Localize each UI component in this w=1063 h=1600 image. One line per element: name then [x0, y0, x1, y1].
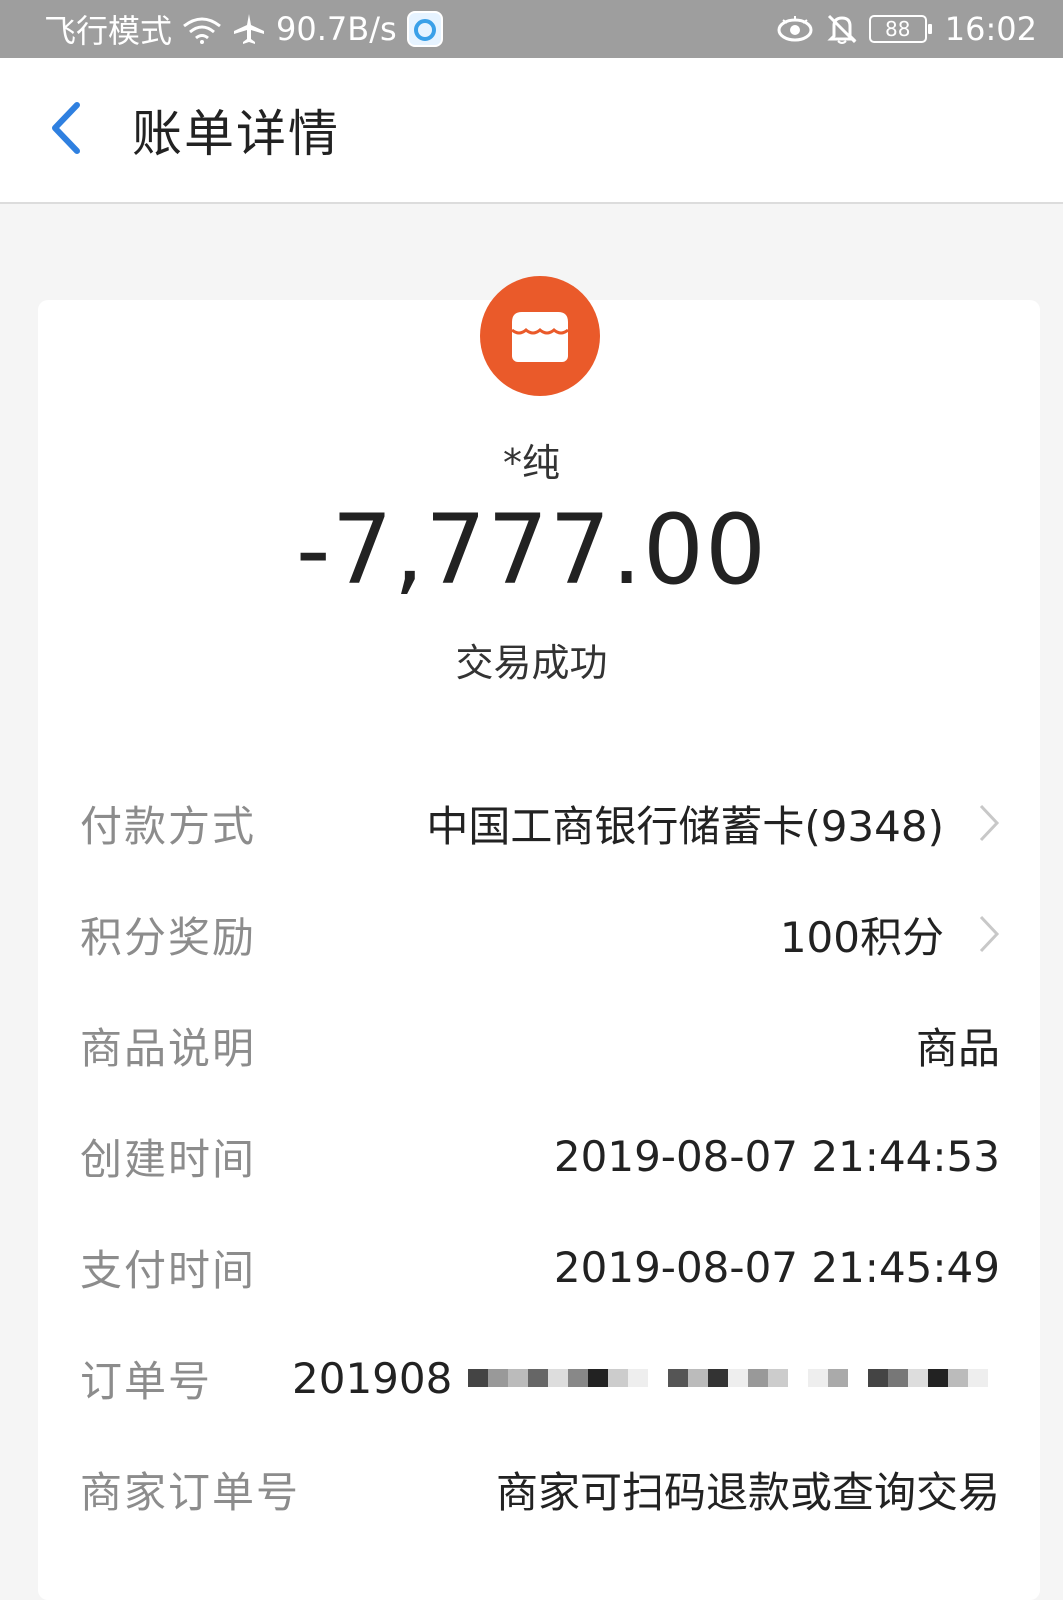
- points-label: 积分奖励: [80, 912, 257, 962]
- eye-icon: [775, 14, 815, 44]
- clock: 16:02: [944, 10, 1037, 48]
- status-right: 88 16:02: [775, 10, 1037, 48]
- chevron-left-icon: [47, 101, 83, 159]
- status-left: 飞行模式 90.7B/s: [44, 6, 443, 52]
- wifi-icon: [182, 14, 222, 44]
- payment-method-value-wrap: 中国工商银行储蓄卡(9348): [426, 793, 1000, 854]
- chevron-right-icon: [978, 803, 1000, 843]
- points-value: 100积分: [779, 912, 944, 962]
- transaction-amount: -7,777.00: [295, 494, 768, 606]
- paid-time-label: 支付时间: [80, 1245, 257, 1295]
- back-button[interactable]: [0, 57, 130, 203]
- order-number-value: 201908: [292, 1353, 453, 1403]
- row-paid-time: 支付时间 2019-08-07 21:45:49: [80, 1232, 1000, 1302]
- created-time-label: 创建时间: [80, 1134, 257, 1184]
- app-badge-icon: [406, 11, 443, 47]
- redacted-mosaic: [468, 1369, 989, 1387]
- order-number-area: 201908: [0, 1343, 1063, 1413]
- payment-method-label: 付款方式: [80, 801, 257, 851]
- bell-off-icon: [825, 12, 859, 46]
- created-time-value: 2019-08-07 21:44:53: [553, 1131, 1000, 1181]
- merchant-order-label: 商家订单号: [80, 1467, 301, 1517]
- store-icon: [480, 276, 600, 396]
- paid-time-value: 2019-08-07 21:45:49: [553, 1242, 1000, 1292]
- network-speed: 90.7B/s: [276, 10, 397, 48]
- merchant-order-value: 商家可扫码退款或查询交易: [495, 1467, 1000, 1517]
- transaction-status: 交易成功: [455, 641, 608, 685]
- payment-method-value: 中国工商银行储蓄卡(9348): [426, 801, 944, 851]
- row-payment-method[interactable]: 付款方式 中国工商银行储蓄卡(9348): [80, 788, 1000, 858]
- airplane-mode-label: 飞行模式: [44, 12, 173, 50]
- product-label: 商品说明: [80, 1023, 257, 1073]
- header: 账单详情: [0, 58, 1063, 204]
- order-number-value-wrap: 201908: [292, 1343, 989, 1413]
- row-points[interactable]: 积分奖励 100积分: [80, 899, 1000, 969]
- row-created-time: 创建时间 2019-08-07 21:44:53: [80, 1121, 1000, 1191]
- product-value: 商品: [915, 1023, 1000, 1073]
- points-value-wrap: 100积分: [780, 904, 1000, 965]
- status-bar: 飞行模式 90.7B/s 88 16:02: [0, 0, 1063, 58]
- chevron-right-icon: [978, 914, 1000, 954]
- airplane-icon: [232, 12, 266, 46]
- row-product: 商品说明 商品: [80, 1010, 1000, 1080]
- page-title: 账单详情: [132, 105, 340, 163]
- battery-icon: 88: [868, 15, 932, 43]
- merchant-name: *纯: [502, 441, 560, 485]
- row-merchant-order: 商家订单号 商家可扫码退款或查询交易: [80, 1454, 1000, 1524]
